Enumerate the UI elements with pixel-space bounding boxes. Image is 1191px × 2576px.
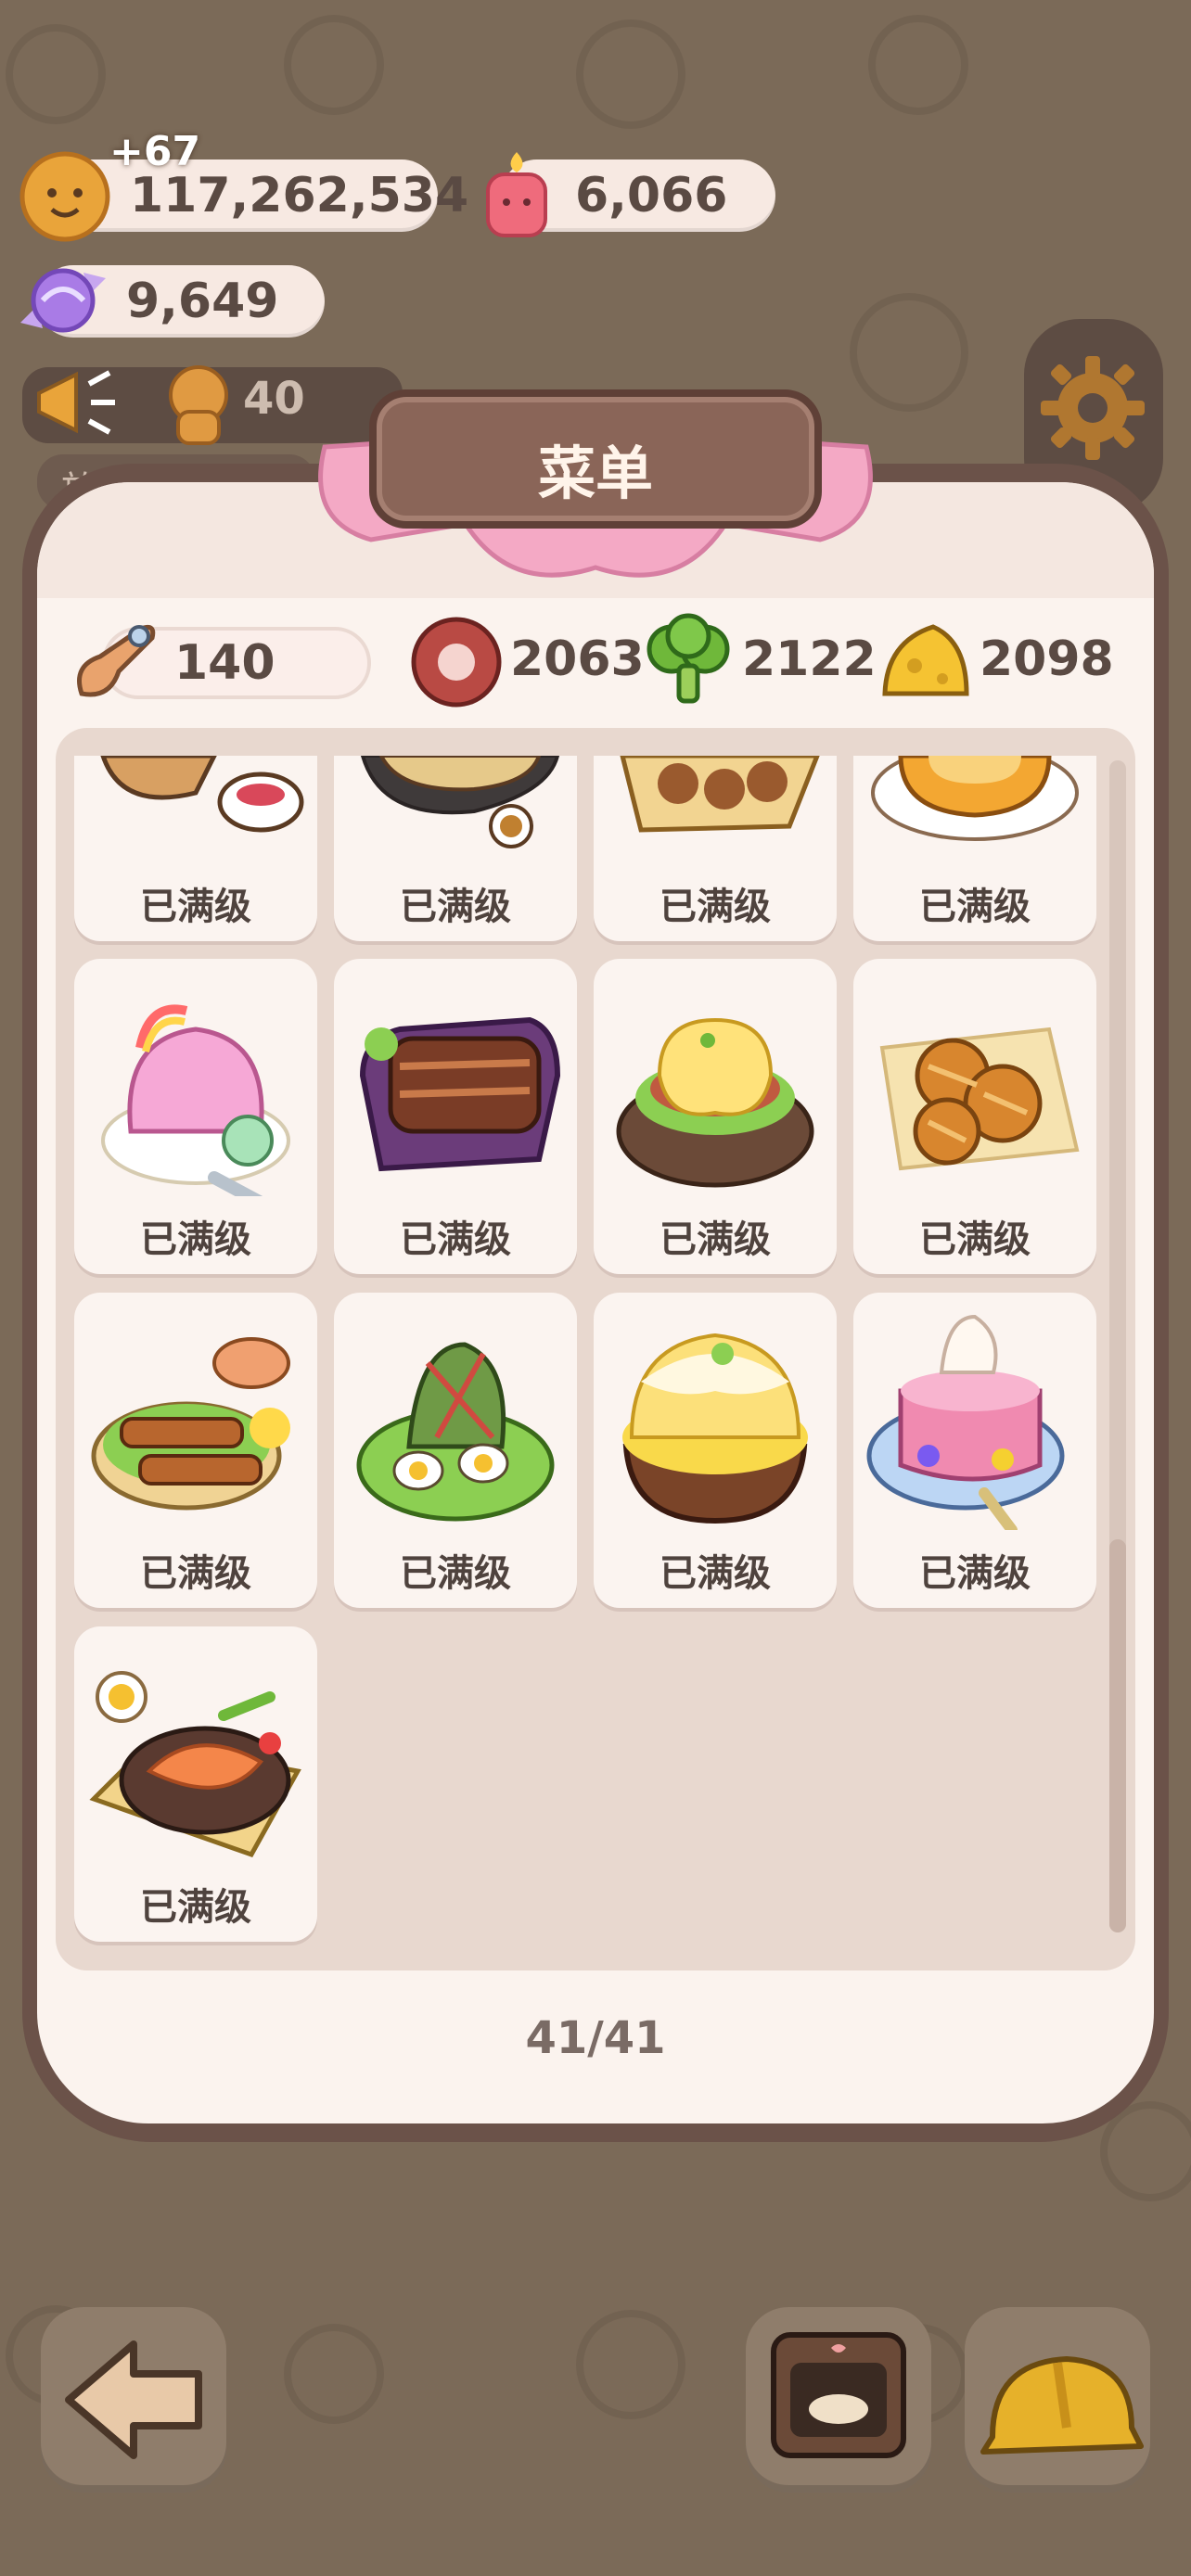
dish-card[interactable]: 已满级 — [74, 1626, 317, 1942]
cheese-icon — [882, 624, 969, 696]
construction-button[interactable] — [965, 2307, 1150, 2493]
oven-button[interactable] — [746, 2307, 931, 2493]
rainbow-icecream-dish-icon — [101, 1004, 290, 1196]
back-button[interactable] — [41, 2307, 226, 2493]
pudding-dish-icon — [871, 756, 1079, 841]
toast-tea-dish-icon — [100, 756, 304, 833]
oven-icon — [771, 2332, 906, 2458]
dish-card[interactable]: 已满级 — [74, 1293, 317, 1608]
dish-card[interactable]: 已满级 — [853, 756, 1096, 941]
mango-shaved-ice-dish-icon — [622, 1333, 808, 1524]
dish-status: 已满级 — [140, 1552, 251, 1595]
dish-card[interactable]: 已满级 — [334, 756, 577, 941]
dish-card[interactable]: 已满级 — [334, 1293, 577, 1608]
dish-status: 已满级 — [400, 1552, 511, 1595]
spoon-icon — [77, 624, 156, 697]
page-count: 41/41 — [525, 2012, 666, 2064]
meat-icon — [411, 617, 502, 708]
dish-status: 已满级 — [660, 886, 771, 928]
dish-status: 已满级 — [400, 886, 511, 928]
broccoli-icon — [647, 613, 730, 704]
dish-card[interactable]: 已满级 — [853, 1293, 1096, 1608]
candy-count: 9,649 — [126, 274, 279, 329]
dish-card[interactable]: 已满级 — [594, 959, 837, 1274]
dish-status: 已满级 — [140, 1886, 251, 1929]
takoyaki-dish-icon — [620, 756, 820, 833]
dish-status: 已满级 — [140, 1218, 251, 1261]
dish-status: 已满级 — [919, 1218, 1031, 1261]
skewers-dish-icon — [91, 1337, 290, 1511]
dumpling-dish-icon — [360, 756, 560, 848]
visitor-cookie-icon — [169, 365, 228, 445]
dish-card[interactable]: 已满级 — [74, 756, 317, 941]
scrollbar-thumb[interactable] — [1109, 1539, 1126, 1932]
dish-card[interactable]: 已满级 — [853, 959, 1096, 1274]
dish-card[interactable]: 已满级 — [594, 1293, 837, 1608]
dish-status: 已满级 — [140, 886, 251, 928]
dish-status: 已满级 — [400, 1218, 511, 1261]
resource-value-broccoli: 2122 — [742, 631, 877, 687]
dish-card[interactable]: 已满级 — [74, 959, 317, 1274]
candy-icon — [20, 268, 106, 333]
braised-pork-dish-icon — [359, 1016, 561, 1172]
dish-status: 已满级 — [660, 1218, 771, 1261]
back-arrow-icon — [65, 2340, 202, 2459]
cookie-icon — [19, 151, 110, 242]
gear-icon[interactable] — [1037, 352, 1148, 464]
dish-status: 已满级 — [919, 1552, 1031, 1595]
visitor-count: 40 — [243, 373, 305, 425]
menu-title: 菜单 — [537, 440, 653, 507]
eggs-benedict-dish-icon — [616, 1017, 814, 1188]
candle-count: 6,066 — [575, 168, 728, 223]
megaphone-icon[interactable] — [24, 356, 121, 449]
jelly-parfait-dish-icon — [866, 1314, 1065, 1530]
lattice-pie-dish-icon — [879, 1027, 1080, 1171]
cookie-gain: +67 — [109, 128, 201, 175]
hard-hat-icon — [980, 2356, 1144, 2455]
dish-status: 已满级 — [919, 886, 1031, 928]
zongzi-dish-icon — [356, 1342, 555, 1522]
dish-status: 已满级 — [660, 1552, 771, 1595]
dish-card[interactable]: 已满级 — [334, 959, 577, 1274]
candle-icon — [486, 152, 547, 237]
resource-value-cheese: 2098 — [980, 631, 1114, 687]
resource-value-meat: 2063 — [510, 631, 645, 687]
resource-value-spoon: 140 — [174, 635, 275, 691]
dish-card[interactable]: 已满级 — [594, 756, 837, 941]
salmon-platter-dish-icon — [89, 1671, 301, 1858]
